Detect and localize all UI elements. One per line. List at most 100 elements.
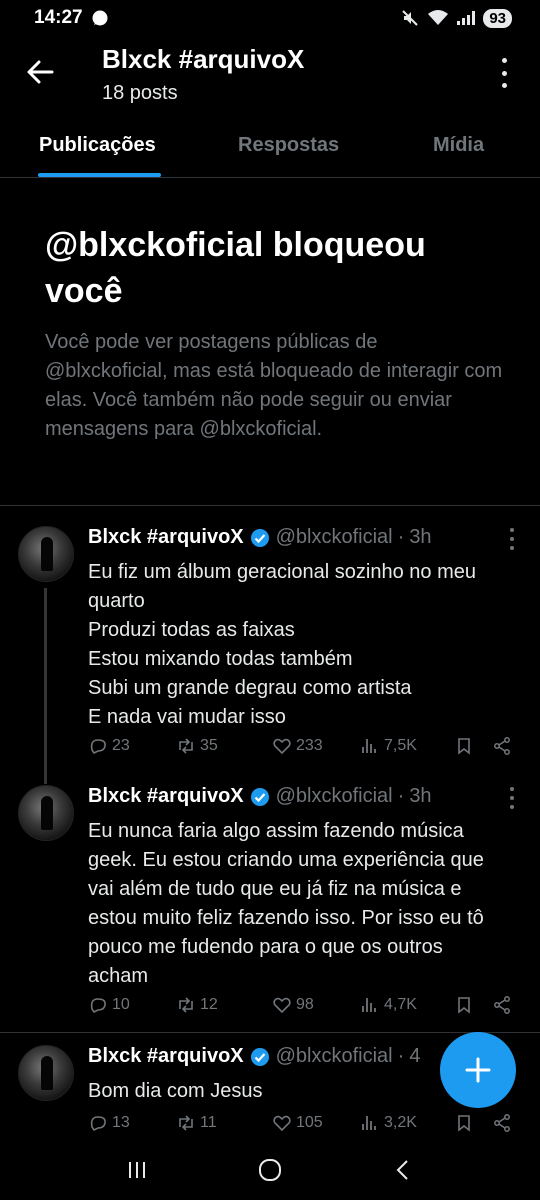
back-chevron-icon: [396, 1160, 409, 1180]
heart-icon: [273, 1115, 291, 1132]
reply-count: 23: [112, 737, 130, 754]
bookmark-icon[interactable]: [454, 1113, 474, 1133]
views-button[interactable]: 3,2K: [360, 1113, 417, 1133]
reply-count: 13: [112, 1114, 130, 1131]
blocked-notice: @blxckoficial bloqueou você Você pode ve…: [45, 222, 505, 444]
tweet[interactable]: Blxck #arquivoX @blxckoficial · 3h Eu fi…: [0, 526, 540, 776]
blocked-heading: @blxckoficial bloqueou você: [45, 226, 426, 310]
tweet-time[interactable]: 3h: [409, 785, 431, 808]
compose-button[interactable]: [440, 1032, 516, 1108]
repost-button[interactable]: 35: [176, 736, 218, 756]
views-button[interactable]: 4,7K: [360, 995, 417, 1015]
bookmark-icon[interactable]: [454, 995, 474, 1015]
home-button[interactable]: [250, 1150, 290, 1190]
repost-count: 11: [200, 1114, 217, 1131]
reply-icon: [90, 998, 106, 1014]
repost-count: 12: [200, 996, 218, 1013]
like-button[interactable]: 233: [272, 736, 323, 756]
reply-button[interactable]: 10: [88, 995, 130, 1015]
blocked-description: Você pode ver postagens públicas de @blx…: [45, 331, 503, 440]
tab-midia[interactable]: Mídia: [433, 134, 484, 157]
tab-publicacoes[interactable]: Publicações: [39, 134, 156, 157]
profile-tabs: Publicações Respostas Mídia: [0, 120, 540, 178]
tweet-line: quarto: [88, 590, 145, 612]
tweet-line: vai além de tudo que eu já fiz na música…: [88, 878, 462, 900]
avatar[interactable]: [18, 526, 74, 582]
recent-apps-button[interactable]: [117, 1150, 157, 1190]
heart-icon: [273, 738, 291, 755]
views-icon: [362, 998, 376, 1012]
mute-icon: [402, 10, 419, 26]
status-bar: 14:27 93: [0, 0, 540, 36]
views-button[interactable]: 7,5K: [360, 736, 417, 756]
tweet-text: Eu nunca faria algo assim fazendo música…: [88, 817, 518, 991]
reply-button[interactable]: 13: [88, 1113, 130, 1133]
views-icon: [362, 739, 376, 753]
more-options-icon[interactable]: [500, 58, 508, 88]
reply-icon: [90, 1116, 106, 1132]
tweet-actions: 10 12 98 4,7K: [88, 995, 518, 1019]
author-name[interactable]: Blxck #arquivoX: [88, 526, 244, 549]
share-icon[interactable]: [492, 995, 512, 1015]
tweet-actions: 13 11 105 3,2K: [88, 1113, 518, 1137]
like-button[interactable]: 98: [272, 995, 314, 1015]
avatar[interactable]: [18, 785, 74, 841]
author-handle[interactable]: @blxckoficial: [276, 526, 393, 549]
active-tab-indicator: [38, 173, 161, 177]
repost-icon: [179, 1115, 193, 1131]
separator-dot: ·: [397, 785, 405, 807]
tweet-time[interactable]: 4: [409, 1045, 420, 1068]
like-count: 98: [296, 996, 314, 1013]
status-time: 14:27: [34, 7, 83, 28]
repost-button[interactable]: 11: [176, 1113, 217, 1133]
verified-badge-icon: [250, 528, 269, 547]
signal-icon: [457, 11, 476, 25]
share-icon[interactable]: [492, 736, 512, 756]
tweet-line: geek. Eu estou criando uma experiência q…: [88, 849, 484, 871]
posts-count: 18 posts: [102, 82, 178, 104]
home-icon: [258, 1159, 281, 1181]
like-count: 105: [296, 1114, 323, 1131]
bookmark-icon[interactable]: [454, 736, 474, 756]
repost-count: 35: [200, 737, 218, 754]
plus-icon: [465, 1057, 491, 1083]
share-icon[interactable]: [492, 1113, 512, 1133]
reply-button[interactable]: 23: [88, 736, 130, 756]
tweet-line: Produzi todas as faixas: [88, 619, 295, 641]
tweet-line: Eu nunca faria algo assim fazendo música: [88, 820, 464, 842]
like-button[interactable]: 105: [272, 1113, 323, 1133]
author-name[interactable]: Blxck #arquivoX: [88, 785, 244, 808]
tweet-line: Estou mixando todas também: [88, 648, 353, 670]
author-handle[interactable]: @blxckoficial: [276, 1045, 393, 1068]
tweet-line: estou muito feliz fazendo isso. Por isso…: [88, 907, 484, 929]
verified-badge-icon: [250, 787, 269, 806]
verified-badge-icon: [250, 1047, 269, 1066]
tweet-time[interactable]: 3h: [409, 526, 431, 549]
back-button[interactable]: [383, 1150, 423, 1190]
like-count: 233: [296, 737, 323, 754]
views-count: 4,7K: [384, 996, 417, 1013]
views-count: 7,5K: [384, 737, 417, 754]
tab-respostas[interactable]: Respostas: [238, 134, 339, 157]
tweet-line: Eu fiz um álbum geracional sozinho no me…: [88, 561, 476, 583]
heart-icon: [273, 997, 291, 1014]
recent-apps-icon: [128, 1162, 145, 1178]
repost-icon: [179, 997, 193, 1013]
tweet-actions: 23 35 233 7,5K: [88, 736, 518, 760]
repost-button[interactable]: 12: [176, 995, 218, 1015]
tweet-line: acham: [88, 965, 149, 987]
tweet-more-icon[interactable]: [510, 787, 516, 809]
back-arrow-icon[interactable]: [24, 56, 56, 88]
author-handle[interactable]: @blxckoficial: [276, 785, 393, 808]
tweet[interactable]: Blxck #arquivoX @blxckoficial · 3h Eu nu…: [0, 785, 540, 1025]
tweet-line: E nada vai mudar isso: [88, 706, 286, 728]
tweet-more-icon[interactable]: [510, 528, 516, 550]
views-count: 3,2K: [384, 1114, 417, 1131]
separator-dot: ·: [397, 1045, 405, 1067]
profile-header: Blxck #arquivoX 18 posts: [0, 36, 540, 116]
separator-dot: ·: [397, 526, 405, 548]
reply-count: 10: [112, 996, 130, 1013]
views-icon: [362, 1116, 376, 1130]
author-name[interactable]: Blxck #arquivoX: [88, 1045, 244, 1068]
avatar[interactable]: [18, 1045, 74, 1101]
